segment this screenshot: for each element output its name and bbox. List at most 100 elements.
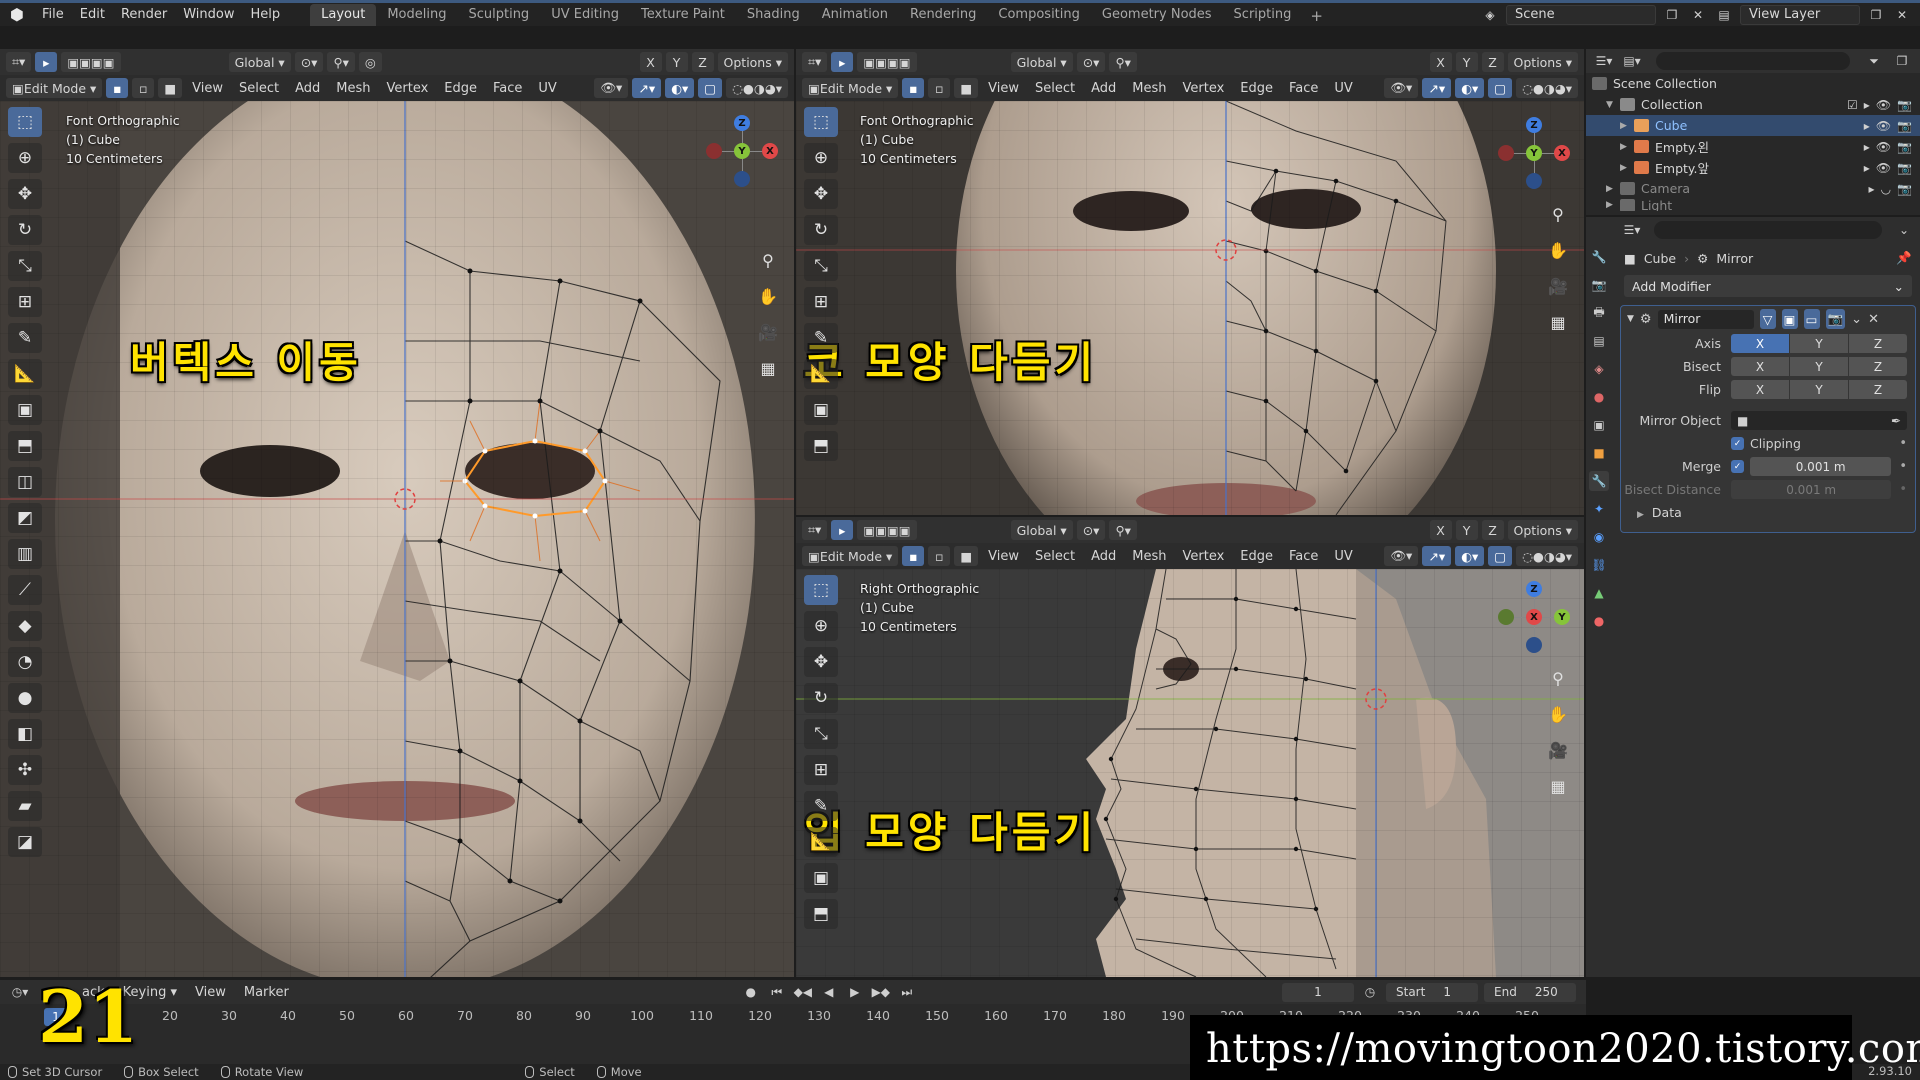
xray-toggle-icon[interactable]: ▢ xyxy=(698,78,723,98)
measure-icon[interactable]: 📐 xyxy=(804,359,838,389)
pan-hand-icon[interactable]: ✋ xyxy=(754,283,782,309)
eyedropper-icon[interactable]: ✒ xyxy=(1891,414,1907,428)
rotate-icon[interactable]: ↻ xyxy=(804,683,838,713)
gizmo-toggle-icon[interactable]: ↗▾ xyxy=(1422,546,1452,566)
delete-scene-icon[interactable]: ✕ xyxy=(1688,5,1708,25)
menu-file[interactable]: File xyxy=(34,7,72,22)
visibility-icon[interactable]: 👁▾ xyxy=(1384,546,1419,566)
rotate-icon[interactable]: ↻ xyxy=(8,215,42,245)
expand-arrow-icon[interactable]: ▶ xyxy=(1620,163,1634,173)
snap-icon[interactable]: ⚲▾ xyxy=(1109,52,1137,72)
menu-vertex[interactable]: Vertex xyxy=(1177,549,1231,564)
clipping-checkbox[interactable]: ✓ xyxy=(1731,437,1744,450)
editor-type-icon[interactable]: ☰▾ xyxy=(1594,51,1614,71)
cursor-icon[interactable]: ⊕ xyxy=(8,143,42,173)
outliner-search-input[interactable] xyxy=(1656,52,1850,70)
expand-arrow-icon[interactable]: ▶ xyxy=(1606,200,1620,210)
eye-icon[interactable]: 👁 xyxy=(1876,161,1891,175)
menu-face[interactable]: Face xyxy=(1283,549,1324,564)
shading-mode-icons[interactable]: ◌●◑◕▾ xyxy=(726,78,788,98)
shrink-fatten-icon[interactable]: ✣ xyxy=(8,755,42,785)
gizmo-neg-x[interactable] xyxy=(1498,145,1514,161)
face-select-icon[interactable]: ■ xyxy=(158,78,183,98)
viewport-canvas-top-right[interactable]: Font Orthographic (1) Cube 10 Centimeter… xyxy=(796,101,1584,515)
jump-start-icon[interactable]: ⏮ xyxy=(767,982,787,1002)
modifier-tab-icon[interactable]: 🔧 xyxy=(1589,471,1609,491)
scale-icon[interactable]: ⤡ xyxy=(804,251,838,281)
mirror-axis-y[interactable]: Y xyxy=(665,52,688,72)
gizmo-x[interactable]: X xyxy=(762,143,778,159)
exclude-checkbox-icon[interactable]: ☑ xyxy=(1847,98,1858,112)
menu-view[interactable]: View xyxy=(189,985,232,1000)
pin-icon[interactable]: 📌 xyxy=(1896,250,1912,266)
start-frame-field[interactable]: Start 1 xyxy=(1386,982,1478,1002)
expand-arrow-icon[interactable]: ▶ xyxy=(1620,142,1634,152)
gizmo-neg-x[interactable] xyxy=(706,143,722,159)
pan-hand-icon[interactable]: ✋ xyxy=(1544,701,1572,727)
vertex-select-icon[interactable]: ▪ xyxy=(902,78,925,98)
render-toggle-icon[interactable]: 📷 xyxy=(1897,98,1912,112)
overlay-toggle-icon[interactable]: ◐▾ xyxy=(1455,546,1485,566)
orientation-dropdown[interactable]: Global ▾ xyxy=(1010,520,1073,540)
mode-dropdown[interactable]: ▣ Edit Mode ▾ xyxy=(802,546,899,566)
tab-texture-paint[interactable]: Texture Paint xyxy=(630,4,736,26)
merge-checkbox[interactable]: ✓ xyxy=(1731,460,1744,473)
menu-face[interactable]: Face xyxy=(487,81,528,96)
orientation-dropdown[interactable]: Global ▾ xyxy=(228,52,291,72)
view-layer-icon[interactable]: ▤ xyxy=(1714,5,1734,25)
expand-arrow-icon[interactable]: ▼ xyxy=(1606,100,1620,110)
eye-closed-icon[interactable]: ◡ xyxy=(1881,182,1891,196)
annotate-icon[interactable]: ✎ xyxy=(804,791,838,821)
render-toggle-icon[interactable]: 📷 xyxy=(1825,309,1846,329)
physics-tab-icon[interactable]: ◉ xyxy=(1589,527,1609,547)
menu-view[interactable]: View xyxy=(982,549,1025,564)
keyframe-dot-icon[interactable]: • xyxy=(1899,459,1907,474)
xray-toggle-icon[interactable]: ▢ xyxy=(1488,546,1513,566)
move-icon[interactable]: ✥ xyxy=(804,647,838,677)
menu-add[interactable]: Add xyxy=(1085,81,1122,96)
smooth-icon[interactable]: ● xyxy=(8,683,42,713)
menu-mesh[interactable]: Mesh xyxy=(1126,81,1172,96)
bisect-z-toggle[interactable]: Z xyxy=(1849,357,1907,376)
gizmo-z[interactable]: Z xyxy=(1526,581,1542,597)
tab-modeling[interactable]: Modeling xyxy=(376,4,457,26)
camera-icon[interactable]: 🎥 xyxy=(754,319,782,345)
menu-select[interactable]: Select xyxy=(1029,549,1081,564)
annotate-icon[interactable]: ✎ xyxy=(8,323,42,353)
mirror-axis-z[interactable]: Z xyxy=(1481,52,1504,72)
overlay-toggle-icon[interactable]: ◐▾ xyxy=(1455,78,1485,98)
transform-icon[interactable]: ⊞ xyxy=(804,755,838,785)
zoom-icon[interactable]: ⚲ xyxy=(754,247,782,273)
filter-icon[interactable]: ⏷ xyxy=(1864,51,1884,71)
menu-face[interactable]: Face xyxy=(1283,81,1324,96)
outliner-item-empty-front[interactable]: ▶ Empty.앞 ▸ 👁 📷 xyxy=(1586,157,1920,178)
viewport-canvas-left[interactable]: Font Orthographic (1) Cube 10 Centimeter… xyxy=(0,101,794,977)
render-toggle-icon[interactable]: 📷 xyxy=(1897,140,1912,154)
properties-search-input[interactable] xyxy=(1654,221,1882,239)
dropdown-chevron-icon[interactable]: ⌄ xyxy=(1851,312,1862,327)
blender-logo-icon[interactable]: ⬢ xyxy=(0,5,34,24)
poly-build-icon[interactable]: ◆ xyxy=(8,611,42,641)
extrude-icon[interactable]: ⬒ xyxy=(804,431,838,461)
tab-rendering[interactable]: Rendering xyxy=(899,4,987,26)
gizmo-z[interactable]: Z xyxy=(1526,117,1542,133)
new-scene-icon[interactable]: ❐ xyxy=(1662,5,1682,25)
menu-view[interactable]: View xyxy=(186,81,229,96)
zoom-icon[interactable]: ⚲ xyxy=(1544,201,1572,227)
current-frame-field[interactable]: 1 xyxy=(1282,982,1354,1002)
select-toggle-icon[interactable]: ▸ xyxy=(1864,119,1870,133)
visibility-icon[interactable]: 👁▾ xyxy=(594,78,629,98)
tab-sculpting[interactable]: Sculpting xyxy=(457,4,540,26)
vertex-select-icon[interactable]: ▪ xyxy=(106,78,129,98)
rip-region-icon[interactable]: ◪ xyxy=(8,827,42,857)
collection-tab-icon[interactable]: ▣ xyxy=(1589,415,1609,435)
data-tab-icon[interactable]: ▲ xyxy=(1589,583,1609,603)
tab-scripting[interactable]: Scripting xyxy=(1223,4,1303,26)
options-chevron-icon[interactable]: ⌄ xyxy=(1894,220,1914,240)
menu-mesh[interactable]: Mesh xyxy=(1126,549,1172,564)
tool-tab-icon[interactable]: 🔧 xyxy=(1589,247,1609,267)
add-workspace-button[interactable]: + xyxy=(1302,4,1331,26)
delete-view-layer-icon[interactable]: ✕ xyxy=(1892,5,1912,25)
visibility-icon[interactable]: 👁▾ xyxy=(1384,78,1419,98)
editor-type-icon[interactable]: ◷▾ xyxy=(10,982,30,1002)
